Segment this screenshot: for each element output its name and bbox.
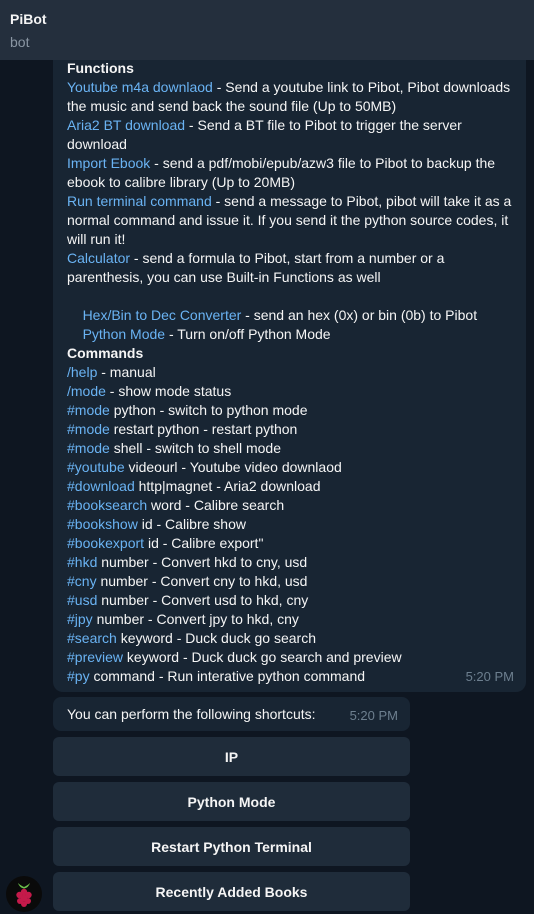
command-link[interactable]: #mode (67, 402, 110, 418)
command-item: #download http|magnet - Aria2 download (67, 478, 321, 494)
shortcuts-time: 5:20 PM (349, 708, 398, 723)
shortcuts-message: You can perform the following shortcuts:… (53, 697, 410, 731)
command-link[interactable]: #booksearch (67, 497, 147, 513)
command-link[interactable]: #download (67, 478, 135, 494)
function-item: Youtube m4a downlaod - Send a youtube li… (67, 79, 511, 114)
function-link[interactable]: Run terminal command (67, 193, 212, 209)
keyboard-button-ip[interactable]: IP (53, 737, 410, 776)
function-link[interactable]: Youtube m4a downlaod (67, 79, 213, 95)
function-item: Hex/Bin to Dec Converter - send an hex (… (82, 307, 478, 323)
keyboard-button-restart-python-terminal[interactable]: Restart Python Terminal (53, 827, 410, 866)
raspberry-pi-icon (16, 883, 32, 907)
command-item: #mode python - switch to python mode (67, 402, 308, 418)
command-item: #jpy number - Convert jpy to hkd, cny (67, 611, 299, 627)
command-link[interactable]: #py (67, 668, 90, 684)
chat-header[interactable]: PiBot bot (0, 0, 534, 60)
command-link[interactable]: #cny (67, 573, 97, 589)
command-item: #bookshow id - Calibre show (67, 516, 246, 532)
function-item: Run terminal command - send a message to… (67, 193, 512, 247)
keyboard-button-python-mode[interactable]: Python Mode (53, 782, 410, 821)
shortcuts-text: You can perform the following shortcuts: (67, 706, 316, 722)
message-time: 5:20 PM (465, 669, 514, 684)
command-link[interactable]: #hkd (67, 554, 97, 570)
command-link[interactable]: #mode (67, 440, 110, 456)
command-item: #py command - Run interative python comm… (67, 668, 366, 684)
command-item: #cny number - Convert cny to hkd, usd (67, 573, 308, 589)
command-link[interactable]: #preview (67, 649, 123, 665)
command-item: #preview keyword - Duck duck go search a… (67, 649, 402, 665)
command-link[interactable]: /help (67, 364, 97, 380)
function-link[interactable]: Aria2 BT download (67, 117, 185, 133)
command-link[interactable]: #jpy (67, 611, 93, 627)
function-item: Aria2 BT download - Send a BT file to Pi… (67, 117, 462, 152)
command-item: /help - manual (67, 364, 156, 380)
functions-heading: Functions (67, 60, 134, 76)
command-item: #usd number - Convert usd to hkd, cny (67, 592, 309, 608)
command-item: #youtube videourl - Youtube video downla… (67, 459, 342, 475)
command-link[interactable]: #youtube (67, 459, 125, 475)
command-link[interactable]: /mode (67, 383, 106, 399)
function-link[interactable]: Calculator (67, 250, 130, 266)
function-item: Calculator - send a formula to Pibot, st… (67, 250, 445, 285)
command-link[interactable]: #search (67, 630, 117, 646)
commands-heading: Commands (67, 345, 144, 361)
keyboard-button-recently-added-books[interactable]: Recently Added Books (53, 872, 410, 911)
function-link[interactable]: Import Ebook (67, 155, 150, 171)
function-item: Import Ebook - send a pdf/mobi/epub/azw3… (67, 155, 496, 190)
command-item: #search keyword - Duck duck go search (67, 630, 317, 646)
command-link[interactable]: #usd (67, 592, 97, 608)
command-item: /mode - show mode status (67, 383, 232, 399)
bot-avatar[interactable] (6, 876, 42, 912)
command-item: #bookexport id - Calibre export" (67, 535, 264, 551)
chat-status: bot (10, 34, 30, 50)
command-link[interactable]: #bookexport (67, 535, 144, 551)
command-item: #mode shell - switch to shell mode (67, 440, 281, 456)
command-link[interactable]: #bookshow (67, 516, 138, 532)
function-link[interactable]: Hex/Bin to Dec Converter (83, 307, 242, 323)
chat-title: PiBot (10, 11, 47, 27)
command-item: #booksearch word - Calibre search (67, 497, 285, 513)
message-bubble: Functions Youtube m4a downlaod - Send a … (53, 46, 526, 692)
command-item: #mode restart python - restart python (67, 421, 298, 437)
function-link[interactable]: Python Mode (83, 326, 166, 342)
command-item: #hkd number - Convert hkd to cny, usd (67, 554, 308, 570)
command-link[interactable]: #mode (67, 421, 110, 437)
